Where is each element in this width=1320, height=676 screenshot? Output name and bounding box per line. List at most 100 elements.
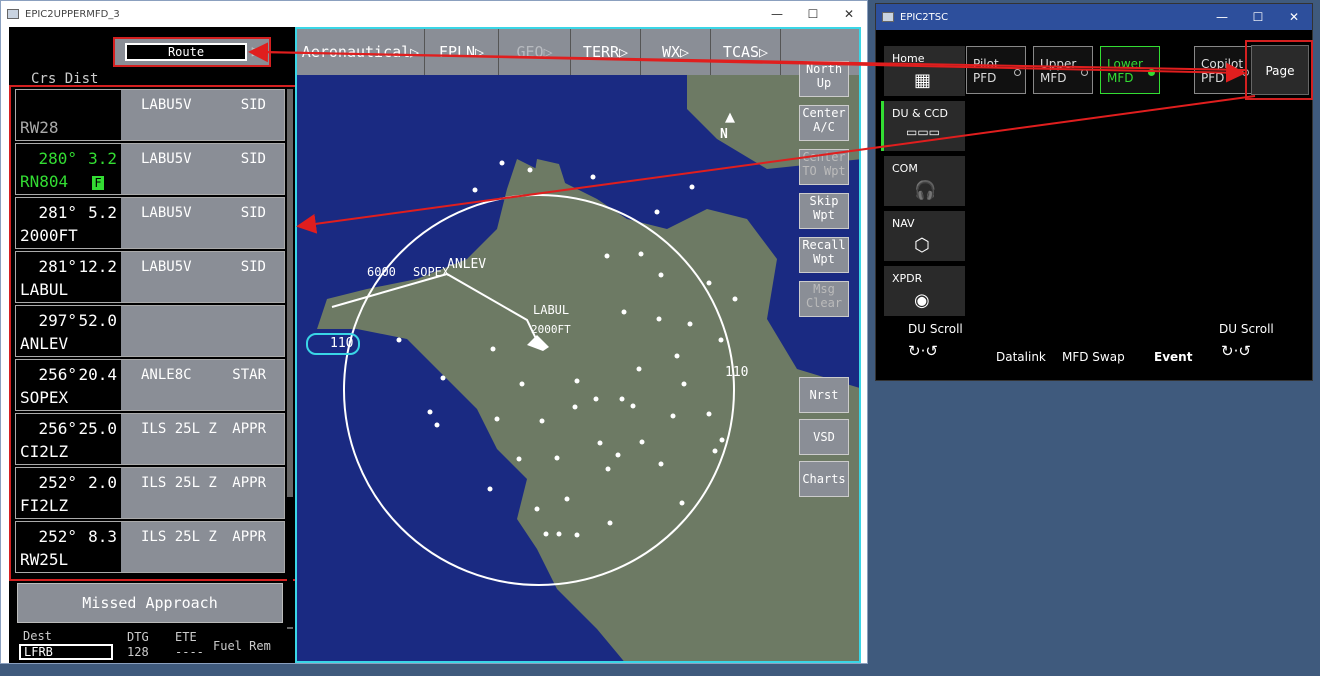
tsc-nav-du-ccd[interactable]: DU & CCD ▭▭▭ xyxy=(881,101,965,151)
close-icon[interactable]: ✕ xyxy=(831,1,867,27)
ete-label: ETE xyxy=(175,630,197,644)
north-label: N xyxy=(720,127,728,142)
mfd-display: Route ▷ Crs Dist RW28 LABU5V SID 280° RN804 3… xyxy=(9,27,861,663)
map-button-vsd[interactable]: VSD xyxy=(799,419,849,455)
row-waypoint-cell: 256° SOPEX 20.4 xyxy=(16,360,121,410)
route-row[interactable]: 256° CI2LZ 25.0 ILS 25L Z APPR xyxy=(15,413,285,465)
status-dot-icon xyxy=(1014,69,1021,76)
minimize-icon[interactable]: — xyxy=(1204,4,1240,30)
route-row[interactable]: 252° FI2LZ 2.0 ILS 25L Z APPR xyxy=(15,467,285,519)
missed-approach-button[interactable]: Missed Approach xyxy=(17,583,283,623)
route-row[interactable]: 281° 2000FT 5.2 LABU5V SID xyxy=(15,197,285,249)
display-units-icon: ▭▭▭ xyxy=(906,125,941,139)
route-row[interactable]: 252° RW25L 8.3 ILS 25L Z APPR xyxy=(15,521,285,573)
row-dist: 12.2 xyxy=(78,257,117,276)
row-procedure: LABU5V xyxy=(141,97,192,113)
tab-label: TCAS xyxy=(722,43,760,61)
tab-aeronautical[interactable]: Aeronautical ▷ xyxy=(297,29,425,75)
tsc-nav-xpdr[interactable]: XPDR ◉ xyxy=(881,266,965,316)
row-procedure-cell: ILS 25L Z APPR xyxy=(121,414,284,464)
north-indicator: ▲ xyxy=(725,110,735,125)
datalink-button[interactable]: Datalink xyxy=(996,350,1046,364)
mfd-swap-button[interactable]: MFD Swap xyxy=(1062,350,1125,364)
map-display[interactable]: ▲ 110 110 N ANLEV SOPEX 6000 LABUL 2000F… xyxy=(295,27,861,663)
event-button[interactable]: Event xyxy=(1154,350,1192,364)
chevron-right-icon: ▷ xyxy=(543,43,553,61)
row-procedure: LABU5V xyxy=(141,205,192,221)
row-type: SID xyxy=(240,205,266,221)
row-procedure-cell: LABU5V SID xyxy=(121,90,284,140)
row-dist: 8.3 xyxy=(88,527,117,546)
map-svg: ▲ xyxy=(297,29,859,661)
map-button-nrst[interactable]: Nrst xyxy=(799,377,849,413)
tab-label: WX xyxy=(661,43,681,61)
map-button-charts[interactable]: Charts xyxy=(799,461,849,497)
row-procedure-cell xyxy=(121,306,284,356)
du-scroll-right-icon[interactable]: ↻·↺ xyxy=(1221,342,1251,360)
row-waypoint-cell: 297° ANLEV 52.0 xyxy=(16,306,121,356)
route-row[interactable]: 280° RN804 3.2 F LABU5V SID xyxy=(15,143,285,195)
row-waypoint-name: RN804 xyxy=(20,172,69,191)
tab-geo[interactable]: GEO ▷ xyxy=(499,29,571,75)
tsc-nav-home[interactable]: Home ▦ xyxy=(881,46,965,96)
tab-fpln[interactable]: FPLN ▷ xyxy=(425,29,499,75)
map-button-center-a-c[interactable]: Center A/C xyxy=(799,105,849,141)
row-type: SID xyxy=(240,151,266,167)
tab-label: FPLN xyxy=(438,43,476,61)
tab-tcas[interactable]: TCAS ▷ xyxy=(711,29,781,75)
row-waypoint-name: FI2LZ xyxy=(20,496,69,515)
row-procedure: ILS 25L Z xyxy=(141,529,217,545)
page-button-highlight[interactable]: Page xyxy=(1245,40,1313,100)
tab-label: GEO xyxy=(516,43,544,61)
app-icon xyxy=(882,12,894,22)
route-row[interactable]: 256° SOPEX 20.4 ANLE8C STAR xyxy=(15,359,285,411)
route-row[interactable]: RW28 LABU5V SID xyxy=(15,89,285,141)
dest-value: LFRB xyxy=(19,644,113,660)
route-row[interactable]: 281° LABUL 12.2 LABU5V SID xyxy=(15,251,285,303)
du-button-lower-mfd[interactable]: Lower MFD xyxy=(1100,46,1160,94)
du-scroll-right-label: DU Scroll xyxy=(1219,322,1274,336)
row-waypoint-name: RW25L xyxy=(20,550,69,569)
tab-wx[interactable]: WX ▷ xyxy=(641,29,711,75)
du-button-upper-mfd[interactable]: Upper MFD xyxy=(1033,46,1093,94)
tab-label: TERR xyxy=(582,43,620,61)
page-button[interactable]: Page xyxy=(1251,45,1309,95)
chevron-right-icon: ▷ xyxy=(410,43,420,61)
du-scroll-left-label: DU Scroll xyxy=(908,322,963,336)
du-scroll-left-icon[interactable]: ↻·↺ xyxy=(908,342,938,360)
map-button-recall-wpt[interactable]: Recall Wpt xyxy=(799,237,849,273)
status-dot-icon xyxy=(1148,69,1155,76)
map-button-center-to-wpt[interactable]: Center TO Wpt xyxy=(799,149,849,185)
nav-label: XPDR xyxy=(892,272,923,285)
maximize-icon[interactable]: ☐ xyxy=(1240,4,1276,30)
scroll-thumb[interactable] xyxy=(287,497,293,627)
tab-terr[interactable]: TERR ▷ xyxy=(571,29,641,75)
nav-label: Home xyxy=(892,52,925,65)
row-badge: F xyxy=(92,176,104,190)
range-label[interactable]: 110 xyxy=(330,336,353,351)
maximize-icon[interactable]: ☐ xyxy=(795,1,831,27)
ete-value: ---- xyxy=(175,645,204,659)
du-button-pilot-pfd[interactable]: Pilot PFD xyxy=(966,46,1026,94)
chevron-right-icon: ▷ xyxy=(251,44,261,58)
row-procedure-cell: ANLE8C STAR xyxy=(121,360,284,410)
route-row[interactable]: 297° ANLEV 52.0 xyxy=(15,305,285,357)
waypoint-label: ANLEV xyxy=(447,257,487,272)
route-button[interactable]: Route ▷ xyxy=(113,37,271,67)
row-type: APPR xyxy=(232,421,266,437)
map-button-north-up[interactable]: North Up xyxy=(799,61,849,97)
row-procedure-cell: ILS 25L Z APPR xyxy=(121,522,284,572)
tsc-nav-com[interactable]: COM 🎧 xyxy=(881,156,965,206)
row-waypoint-cell: 256° CI2LZ 25.0 xyxy=(16,414,121,464)
route-label: Route xyxy=(125,43,247,61)
row-procedure: ANLE8C xyxy=(141,367,192,383)
close-icon[interactable]: ✕ xyxy=(1276,4,1312,30)
minimize-icon[interactable]: — xyxy=(759,1,795,27)
chevron-right-icon: ▷ xyxy=(759,43,769,61)
waypoint-label: 6000 xyxy=(367,265,396,279)
tsc-nav-nav[interactable]: NAV ⬡ xyxy=(881,211,965,261)
map-button-skip-wpt[interactable]: Skip Wpt xyxy=(799,193,849,229)
map-button-msg-clear[interactable]: Msg Clear xyxy=(799,281,849,317)
row-waypoint-name: 2000FT xyxy=(20,226,78,245)
row-procedure: LABU5V xyxy=(141,259,192,275)
